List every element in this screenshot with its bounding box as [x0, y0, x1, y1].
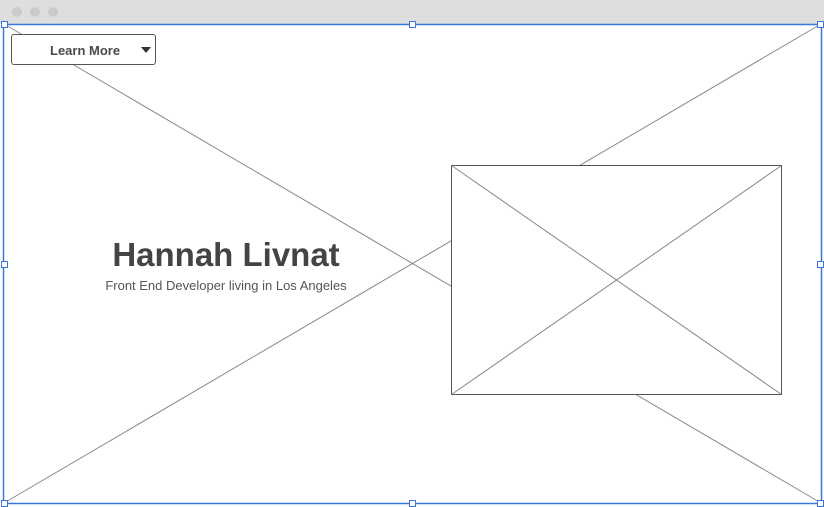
dropdown-label: Learn More: [50, 43, 121, 58]
resize-handle[interactable]: [817, 21, 824, 28]
resize-handle[interactable]: [817, 261, 824, 268]
resize-handle[interactable]: [817, 500, 824, 507]
hero-title: Hannah Livnat: [112, 236, 340, 273]
learn-more-dropdown[interactable]: Learn More: [11, 34, 156, 65]
hero-subtitle: Front End Developer living in Los Angele…: [105, 278, 347, 293]
resize-handle[interactable]: [1, 21, 8, 28]
resize-handle[interactable]: [1, 500, 8, 507]
resize-handle[interactable]: [409, 21, 416, 28]
caret-down-icon: [141, 47, 151, 53]
resize-handle[interactable]: [409, 500, 416, 507]
